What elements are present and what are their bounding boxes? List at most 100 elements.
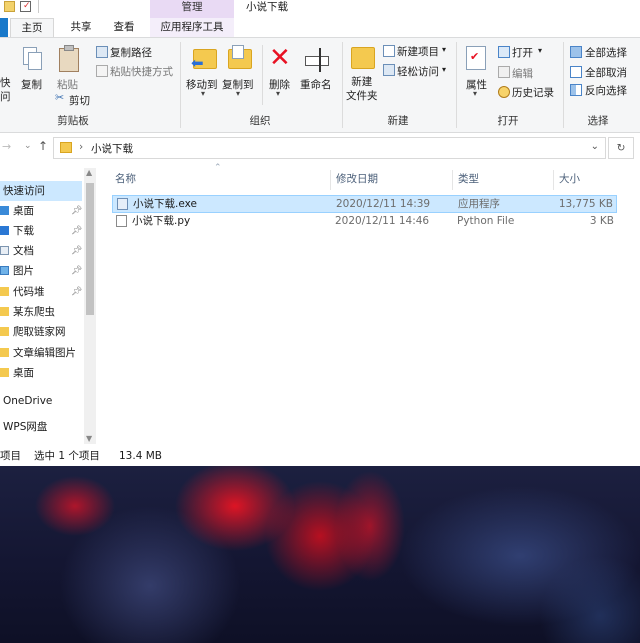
- breadcrumb-separator: ›: [79, 141, 84, 153]
- invert-selection-button[interactable]: 反向选择: [585, 83, 627, 98]
- clipboard-group-label: 剪贴板: [57, 115, 89, 127]
- copy-icon: [28, 52, 42, 70]
- scroll-up-arrow-icon[interactable]: ▲: [86, 168, 92, 177]
- nav-item-code-pile[interactable]: 代码堆 📌︎: [0, 282, 82, 302]
- nav-item-label: 爬取链家网: [13, 326, 66, 338]
- nav-item-desktop[interactable]: 桌面 📌︎: [0, 201, 82, 221]
- chevron-down-icon: ▾: [442, 65, 447, 74]
- nav-item-label: 文章编辑图片: [13, 347, 76, 359]
- nav-item-downloads[interactable]: 下载 📌︎: [0, 221, 82, 241]
- tab-share[interactable]: 共享: [66, 18, 96, 38]
- forward-arrow-icon[interactable]: →: [2, 140, 11, 153]
- scroll-down-arrow-icon[interactable]: ▼: [86, 434, 92, 443]
- nav-item-pictures[interactable]: 图片 📌︎: [0, 261, 82, 281]
- desktop-icon: [0, 206, 9, 215]
- new-item-button[interactable]: 新建项目: [397, 44, 439, 59]
- column-divider[interactable]: [553, 170, 554, 190]
- nav-item-desktop-folder[interactable]: 桌面: [0, 363, 82, 383]
- up-arrow-icon[interactable]: ↑: [38, 139, 48, 153]
- file-type: Python File: [457, 215, 515, 227]
- edit-button[interactable]: 编辑: [512, 66, 533, 81]
- folder-icon[interactable]: [4, 1, 15, 12]
- nav-item-quick-access[interactable]: 快速访问: [0, 181, 82, 201]
- nav-item-jd-crawler[interactable]: 某东爬虫: [0, 302, 82, 322]
- window-title: 小说下载: [246, 1, 288, 13]
- breadcrumb[interactable]: 小说下载: [91, 141, 133, 156]
- exe-icon: [117, 198, 128, 210]
- chevron-down-icon: ▾: [473, 89, 478, 98]
- folder-icon: [0, 327, 9, 336]
- nav-item-lianjia-crawler[interactable]: 爬取链家网: [0, 322, 82, 342]
- column-divider[interactable]: [330, 170, 331, 190]
- status-selection: 选中 1 个项目: [34, 450, 100, 462]
- chevron-down-icon[interactable]: ⌄: [591, 141, 599, 152]
- paste-button[interactable]: [58, 45, 80, 73]
- toolbar-divider: [38, 0, 39, 13]
- file-name: 小说下载.exe: [133, 198, 197, 210]
- folder-icon: [0, 348, 9, 357]
- address-bar[interactable]: › 小说下载 ⌄: [53, 137, 606, 159]
- checkmark-icon: ✔: [470, 50, 480, 63]
- document-icon: [0, 246, 9, 255]
- pin-quick-access-label[interactable]: 快 问: [0, 76, 11, 104]
- cut-button[interactable]: 剪切: [69, 93, 90, 108]
- column-header-type[interactable]: 类型: [458, 170, 479, 192]
- properties-button[interactable]: ✔: [466, 46, 486, 70]
- delete-icon[interactable]: ✕: [269, 43, 291, 73]
- clipboard-icon: [59, 48, 79, 72]
- nav-item-article-images[interactable]: 文章编辑图片: [0, 343, 82, 363]
- python-file-icon: [116, 215, 127, 227]
- refresh-icon[interactable]: ↻: [608, 137, 634, 159]
- open-button[interactable]: 打开: [512, 45, 533, 60]
- open-icon: [498, 46, 510, 58]
- download-icon: [0, 226, 9, 235]
- group-separator: [180, 42, 181, 128]
- select-none-button[interactable]: 全部取消: [585, 65, 627, 80]
- nav-item-documents[interactable]: 文档 📌︎: [0, 241, 82, 261]
- nav-scrollbar-thumb[interactable]: [86, 183, 94, 315]
- copy-label: 复制: [21, 79, 42, 91]
- rename-icon: [305, 56, 329, 66]
- pin-icon: 📌︎: [71, 266, 83, 276]
- column-header-name[interactable]: 名称: [115, 170, 136, 192]
- tab-home[interactable]: 主页: [10, 18, 54, 38]
- column-header-size[interactable]: 大小: [559, 170, 580, 192]
- chevron-down-icon[interactable]: ⌄: [24, 141, 32, 151]
- tab-view[interactable]: 查看: [109, 18, 139, 38]
- column-header-modified[interactable]: 修改日期: [336, 170, 378, 192]
- group-separator: [262, 45, 263, 105]
- picture-icon: [0, 266, 9, 275]
- file-size: 3 KB: [589, 215, 614, 227]
- easy-access-button[interactable]: 轻松访问: [397, 64, 439, 79]
- select-all-icon: [570, 46, 582, 58]
- chevron-down-icon: ▾: [538, 46, 543, 55]
- copy-path-button[interactable]: 复制路径: [110, 45, 152, 60]
- sort-indicator-icon: ⌃: [214, 163, 222, 173]
- organize-group-label: 组织: [249, 115, 271, 127]
- history-icon: [498, 86, 510, 98]
- file-tab[interactable]: [0, 18, 8, 38]
- paste-shortcut-button[interactable]: 粘贴快捷方式: [110, 64, 173, 79]
- copy-button[interactable]: [21, 47, 43, 73]
- new-group-label: 新建: [387, 115, 409, 127]
- status-selection-size: 13.4 MB: [119, 450, 162, 462]
- chevron-down-icon: ▾: [276, 89, 281, 98]
- select-all-button[interactable]: 全部选择: [585, 45, 627, 60]
- column-divider[interactable]: [452, 170, 453, 190]
- checkbox-icon[interactable]: ✓: [20, 1, 31, 12]
- nav-item-label: 下载: [13, 225, 34, 237]
- move-to-button[interactable]: ⬅: [191, 45, 219, 75]
- history-button[interactable]: 历史记录: [512, 85, 554, 100]
- table-row[interactable]: 小说下载.py 2020/12/11 14:46 Python File 3 K…: [112, 213, 617, 231]
- rename-button[interactable]: [305, 48, 329, 72]
- status-bar: 项目 选中 1 个项目 13.4 MB: [0, 447, 640, 465]
- tab-application-tools[interactable]: 应用程序工具: [150, 18, 234, 38]
- new-folder-button[interactable]: 新建 文件夹: [346, 75, 378, 103]
- copy-to-button[interactable]: [226, 45, 254, 75]
- pin-icon: 📌︎: [71, 246, 83, 256]
- nav-item-onedrive[interactable]: OneDrive: [0, 391, 82, 411]
- nav-item-wps-drive[interactable]: WPS网盘: [0, 417, 82, 437]
- nav-item-label: 某东爬虫: [13, 306, 55, 318]
- table-row[interactable]: 小说下载.exe 2020/12/11 14:39 应用程序 13,775 KB: [112, 195, 617, 213]
- new-folder-icon[interactable]: [351, 47, 375, 69]
